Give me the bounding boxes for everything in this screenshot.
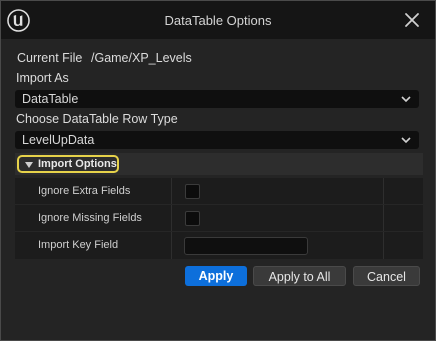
row-type-label: Choose DataTable Row Type [16, 112, 178, 126]
current-file-label: Current File [17, 51, 83, 65]
cancel-button[interactable]: Cancel [353, 266, 420, 286]
property-row: Ignore Extra Fields [15, 178, 423, 205]
expand-arrow-icon [25, 162, 33, 168]
import-as-selected: DataTable [22, 92, 79, 106]
import-as-label: Import As [16, 71, 69, 85]
chevron-down-icon [401, 96, 411, 103]
chevron-down-icon [401, 137, 411, 144]
row-type-selected: LevelUpData [22, 133, 95, 147]
column-divider [383, 232, 384, 259]
property-name: Import Key Field [38, 239, 119, 251]
column-divider[interactable] [171, 205, 172, 232]
import-as-dropdown[interactable]: DataTable [15, 90, 419, 108]
import-options-category-bar: Import Options [15, 153, 423, 175]
title-bar[interactable]: DataTable Options [1, 1, 435, 39]
property-row: Ignore Missing Fields [15, 205, 423, 232]
column-divider[interactable] [171, 178, 172, 205]
dialog-content: Current File /Game/XP_Levels Import As D… [1, 39, 435, 340]
window-title: DataTable Options [164, 13, 272, 28]
ignore-extra-fields-checkbox[interactable] [185, 184, 200, 199]
import-options-label: Import Options [38, 158, 117, 170]
column-divider [383, 178, 384, 205]
row-type-dropdown[interactable]: LevelUpData [15, 131, 419, 149]
apply-button[interactable]: Apply [185, 266, 247, 286]
import-options-header[interactable]: Import Options [17, 155, 119, 173]
import-options-properties: Ignore Extra Fields Ignore Missing Field… [15, 178, 423, 259]
import-key-field-input[interactable] [184, 237, 308, 255]
column-divider[interactable] [171, 232, 172, 259]
current-file-value: /Game/XP_Levels [91, 51, 192, 65]
property-name: Ignore Extra Fields [38, 185, 131, 197]
close-icon[interactable] [403, 11, 421, 29]
property-name: Ignore Missing Fields [38, 212, 142, 224]
ignore-missing-fields-checkbox[interactable] [185, 211, 200, 226]
apply-to-all-button[interactable]: Apply to All [253, 266, 346, 286]
dialog-window: DataTable Options Current File /Game/XP_… [0, 0, 436, 341]
property-row: Import Key Field [15, 232, 423, 259]
column-divider [383, 205, 384, 232]
